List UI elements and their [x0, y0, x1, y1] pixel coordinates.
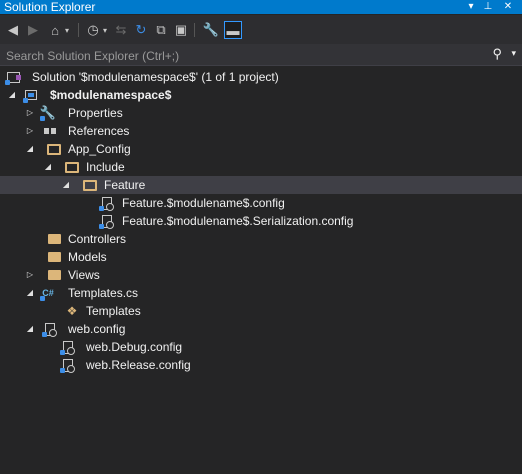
tree-item-label: Feature [104, 178, 146, 192]
close-icon[interactable]: ✕ [500, 0, 516, 14]
tree-item-label: Feature.$modulename$.config [122, 196, 285, 210]
tree-item-label: References [68, 124, 130, 138]
tree-item-web-release-config[interactable]: web.Release.config [0, 356, 522, 374]
expanded-arrow-icon[interactable]: ◢ [61, 176, 71, 194]
tree-item-properties[interactable]: ▷ 🔧 Properties [0, 104, 522, 122]
csharp-file-icon: C# [40, 285, 56, 301]
tree-item-label: Include [86, 160, 125, 174]
pending-changes-dropdown-icon[interactable]: ▾ [100, 21, 110, 39]
properties-icon[interactable]: 🔧 [202, 21, 220, 39]
tree-item-project[interactable]: ◢ $modulenamespace$ [0, 86, 522, 104]
collapsed-arrow-icon[interactable]: ▷ [25, 122, 35, 140]
expanded-arrow-icon[interactable]: ◢ [25, 284, 35, 302]
tree-item-label: web.config [68, 322, 126, 336]
tree-item-include[interactable]: ◢ Include [0, 158, 522, 176]
search-options-dropdown-icon[interactable]: ▾ [511, 48, 516, 59]
tree-item-solution[interactable]: Solution '$modulenamespace$' (1 of 1 pro… [0, 68, 522, 86]
tree-item-references[interactable]: ▷ References [0, 122, 522, 140]
expanded-arrow-icon[interactable]: ◢ [25, 140, 35, 158]
class-icon: ❖ [66, 304, 78, 318]
toolbar-separator [194, 23, 195, 37]
tree-item-serialization-config[interactable]: Feature.$modulename$.Serialization.confi… [0, 212, 522, 230]
tree-item-label: Views [68, 268, 100, 282]
sync-icon[interactable]: ⇆ [112, 21, 130, 39]
tree-item-templates-cs[interactable]: ◢ C# Templates.cs [0, 284, 522, 302]
expanded-arrow-icon[interactable]: ◢ [25, 320, 35, 338]
folder-icon [46, 249, 62, 265]
wrench-icon: 🔧 [39, 105, 57, 121]
solution-icon [5, 69, 21, 85]
search-input[interactable] [4, 46, 478, 65]
tree-item-label: $modulenamespace$ [50, 88, 172, 102]
folder-open-icon [64, 159, 80, 175]
folder-icon [46, 231, 62, 247]
tree-item-controllers[interactable]: Controllers [0, 230, 522, 248]
tree-item-label: Templates [86, 304, 141, 318]
config-file-icon [42, 321, 58, 337]
refresh-icon[interactable]: ↻ [132, 21, 150, 39]
tree-item-label: Solution '$modulenamespace$' (1 of 1 pro… [32, 70, 279, 84]
tree-item-label: web.Release.config [86, 358, 191, 372]
tree-item-app-config[interactable]: ◢ App_Config [0, 140, 522, 158]
config-file-icon [99, 213, 115, 229]
project-icon [23, 87, 39, 103]
references-icon [42, 123, 58, 139]
tree-item-label: web.Debug.config [86, 340, 183, 354]
expanded-arrow-icon[interactable]: ◢ [43, 158, 53, 176]
collapsed-arrow-icon[interactable]: ▷ [25, 104, 35, 122]
back-icon[interactable]: ◀ [4, 21, 22, 39]
toolbar: ◀ ▶ ⌂ ▾ ◷ ▾ ⇆ ↻ ⧉ ▣ 🔧 ▬ [0, 15, 522, 44]
folder-open-icon [82, 177, 98, 193]
config-file-icon [99, 195, 115, 211]
tree-item-web-debug-config[interactable]: web.Debug.config [0, 338, 522, 356]
dropdown-icon[interactable]: ▾ [463, 0, 479, 14]
folder-icon [46, 267, 62, 283]
tree-item-label: Properties [68, 106, 123, 120]
tree-item-web-config[interactable]: ◢ web.config [0, 320, 522, 338]
expanded-arrow-icon[interactable]: ◢ [7, 86, 17, 104]
config-file-icon [60, 357, 76, 373]
tree-item-label: Models [68, 250, 107, 264]
folder-open-icon [46, 141, 62, 157]
show-all-files-icon[interactable]: ▣ [172, 21, 190, 39]
window-title: Solution Explorer [4, 0, 96, 14]
tree-item-label: Controllers [68, 232, 127, 246]
title-bar: Solution Explorer ▾ ⊥ ✕ [0, 0, 522, 14]
tree-item-feature[interactable]: ◢ Feature [0, 176, 522, 194]
pin-icon[interactable]: ⊥ [480, 0, 496, 14]
tree-item-models[interactable]: Models [0, 248, 522, 266]
tree-item-label: Templates.cs [68, 286, 139, 300]
home-dropdown-icon[interactable]: ▾ [62, 21, 72, 39]
tree-item-feature-config[interactable]: Feature.$modulename$.config [0, 194, 522, 212]
toolbar-separator [78, 23, 79, 37]
search-icon[interactable]: ⚲ [492, 46, 502, 62]
search-bar: ⚲ ▾ [0, 44, 522, 66]
solution-tree: Solution '$modulenamespace$' (1 of 1 pro… [0, 66, 522, 474]
config-file-icon [60, 339, 76, 355]
tree-item-label: Feature.$modulename$.Serialization.confi… [122, 214, 354, 228]
tree-item-templates[interactable]: ❖ Templates [0, 302, 522, 320]
collapse-all-icon[interactable]: ⧉ [152, 21, 170, 39]
tree-item-label: App_Config [68, 142, 131, 156]
tree-item-views[interactable]: ▷ Views [0, 266, 522, 284]
preview-icon[interactable]: ▬ [224, 21, 242, 39]
forward-icon[interactable]: ▶ [24, 21, 42, 39]
collapsed-arrow-icon[interactable]: ▷ [25, 266, 35, 284]
